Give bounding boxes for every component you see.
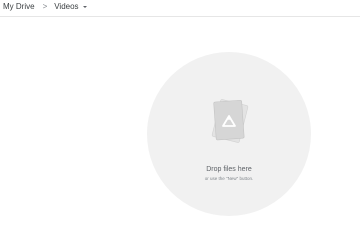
chevron-down-icon (82, 6, 87, 8)
drop-files-title: Drop files here (206, 166, 252, 173)
chevron-right-icon: > (42, 2, 48, 11)
breadcrumb: My Drive > Videos (3, 1, 87, 13)
breadcrumb-my-drive[interactable]: My Drive (3, 1, 35, 13)
drop-files-hint: or use the "New" button. (204, 176, 254, 181)
drop-zone[interactable]: Drop files here or use the "New" button. (147, 52, 311, 216)
breadcrumb-current-folder: Videos (54, 2, 79, 11)
breadcrumb-bar: My Drive > Videos (0, 0, 360, 17)
current-folder-menu-button[interactable]: Videos (54, 1, 87, 13)
drive-logo-icon (211, 99, 249, 143)
drive-folder-view: My Drive > Videos Drop files here or use… (0, 0, 360, 246)
